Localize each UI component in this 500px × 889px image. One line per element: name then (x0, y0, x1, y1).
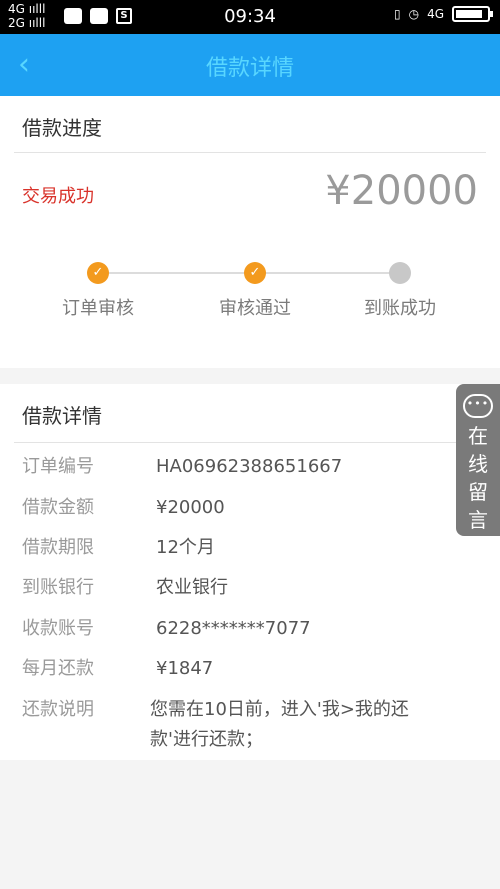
step-1-label: 订单审核 (62, 298, 134, 319)
detail-label: 借款期限 (22, 537, 94, 558)
detail-label: 借款金额 (22, 497, 94, 518)
online-message-label: 在线留言 (468, 424, 488, 532)
detail-value: ¥20000 (156, 497, 225, 518)
nav-bar: ‹ 借款详情 (0, 34, 500, 96)
detail-label: 还款说明 (22, 699, 94, 720)
detail-label: 到账银行 (22, 577, 94, 598)
detail-label: 每月还款 (22, 658, 94, 679)
detail-value: 农业银行 (156, 577, 228, 598)
detail-value: 12个月 (156, 537, 215, 558)
step-2-check-icon: ✓ (244, 262, 266, 284)
loan-details-card: 借款详情 订单编号 HA06962388651667 借款金额 ¥20000 借… (0, 384, 500, 760)
page-title: 借款详情 (205, 56, 294, 81)
detail-value: 您需在10日前，进入'我>我的还款'进行还款； (150, 699, 409, 750)
loan-amount: ¥20000 (325, 168, 478, 214)
divider (14, 442, 486, 443)
detail-value: HA06962388651667 (156, 456, 343, 477)
detail-label: 收款账号 (22, 618, 94, 639)
transaction-status: 交易成功 (22, 186, 94, 207)
step-3-label: 到账成功 (364, 298, 436, 319)
step-2-label: 审核通过 (219, 298, 291, 319)
progress-section-title: 借款进度 (22, 116, 102, 140)
loan-progress-card: 借款进度 交易成功 ¥20000 ✓ ✓ 订单审核 审核通过 到账成功 (0, 96, 500, 368)
divider (14, 152, 486, 153)
step-1-check-icon: ✓ (87, 262, 109, 284)
detail-label: 订单编号 (22, 456, 94, 477)
online-message-button[interactable]: 在线留言 (456, 384, 500, 536)
details-section-title: 借款详情 (22, 404, 102, 428)
system-icons: ▯ ◷ 4G (393, 6, 493, 22)
status-bar: 4G ıılll 2G ıılll S 09:34 ▯ ◷ 4G (0, 0, 500, 34)
step-3-pending-icon (389, 262, 411, 284)
detail-value: ¥1847 (156, 658, 214, 679)
chat-bubble-icon (463, 394, 493, 418)
right-network-label: 4G (427, 7, 444, 21)
battery-icon (452, 6, 493, 22)
vibrate-icon: ▯ (393, 7, 401, 21)
alarm-icon: ◷ (408, 7, 420, 21)
detail-value: 6228*******7077 (156, 618, 311, 639)
